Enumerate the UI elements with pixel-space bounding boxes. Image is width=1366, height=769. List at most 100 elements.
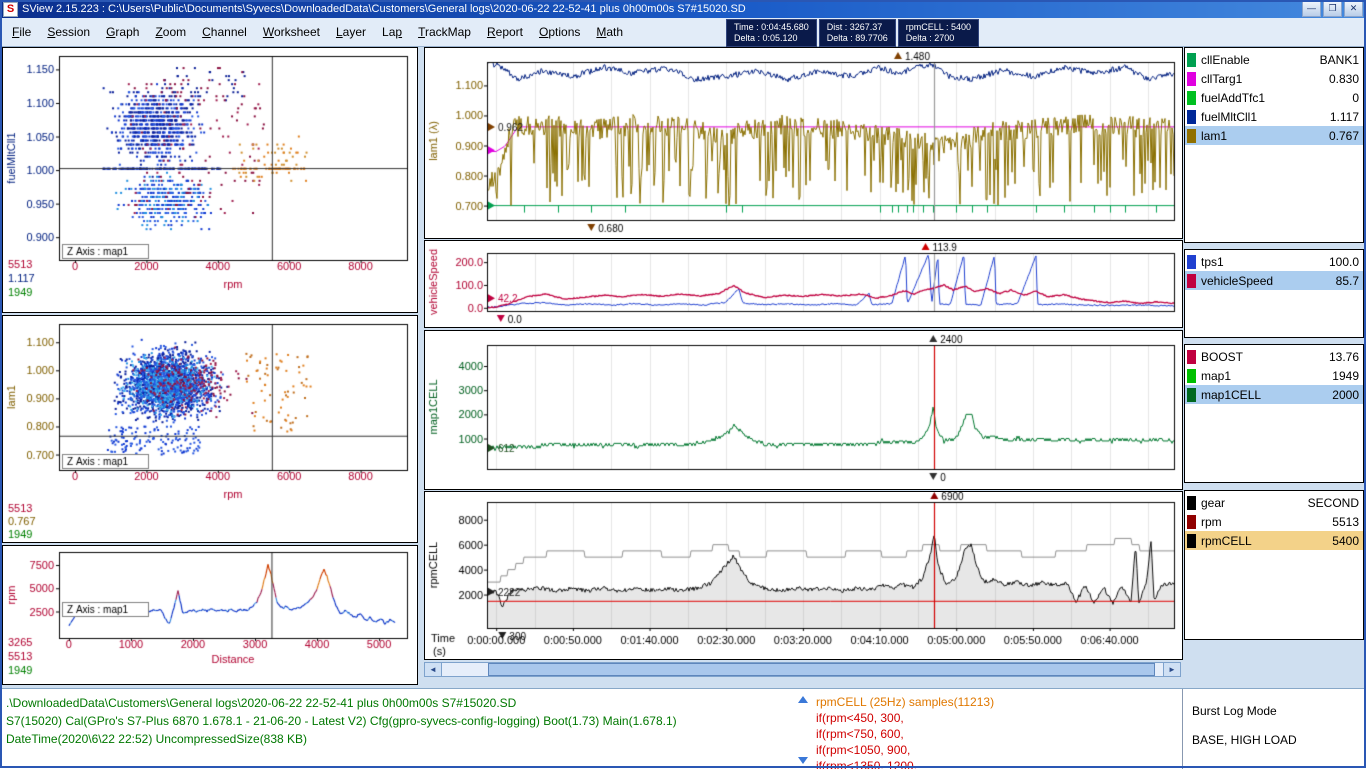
channel-name: map1 — [1201, 369, 1332, 383]
menu-item-session[interactable]: Session — [39, 20, 98, 44]
menu-item-worksheet[interactable]: Worksheet — [255, 20, 328, 44]
close-button[interactable]: ✕ — [1344, 1, 1363, 17]
scroll-down-icon[interactable] — [798, 757, 808, 764]
info-box-2: rpmCELL : 5400Delta : 2700 — [898, 19, 979, 47]
scroll-up-icon[interactable] — [798, 696, 808, 703]
channel-row-tps1[interactable]: tps1100.0 — [1185, 252, 1363, 271]
window-title: SView 2.15.223 : C:\Users\Public\Documen… — [22, 3, 746, 15]
vehiclespeed-strip-chart[interactable] — [425, 241, 1180, 325]
channel-row-cllTarg1[interactable]: cllTarg10.830 — [1185, 69, 1363, 88]
formula-line-2: if(rpm<750, 600, — [816, 726, 994, 742]
rpmcell-strip-chart[interactable] — [425, 492, 1180, 657]
channel-color-chip — [1187, 496, 1196, 510]
formula-line-4: if(rpm<1350, 1200, — [816, 758, 994, 769]
channel-row-rpmCELL[interactable]: rpmCELL5400 — [1185, 531, 1363, 550]
channel-row-vehicleSpeed[interactable]: vehicleSpeed85.7 — [1185, 271, 1363, 290]
menu-item-graph[interactable]: Graph — [98, 20, 147, 44]
scrollbar-thumb[interactable] — [488, 663, 1155, 676]
menu-item-file[interactable]: File — [4, 20, 39, 44]
info-box-0: Time : 0:04:45.680Delta : 0:05.120 — [726, 19, 817, 47]
channel-name: fuelMltCll1 — [1201, 110, 1330, 124]
lam1-vs-rpm-panel — [2, 315, 418, 543]
app-icon: S — [3, 2, 18, 17]
cursor-info-boxes: Time : 0:04:45.680Delta : 0:05.120Dist :… — [726, 19, 979, 47]
lam1-strip-chart[interactable] — [425, 48, 1180, 236]
log-mode-info: Burst Log ModeBASE, HIGH LOAD — [1192, 697, 1297, 755]
channel-row-gear[interactable]: gearSECOND — [1185, 493, 1363, 512]
channel-name: BOOST — [1201, 350, 1329, 364]
info-box-1: Dist : 3267.37Delta : 89.7706 — [819, 19, 896, 47]
channel-row-map1CELL[interactable]: map1CELL2000 — [1185, 385, 1363, 404]
scroll-left-button[interactable]: ◄ — [425, 663, 442, 676]
channel-row-map1[interactable]: map11949 — [1185, 366, 1363, 385]
log-file-info: .\DownloadedData\Customers\General logs\… — [6, 694, 677, 748]
rpm-channel-panel: gearSECONDrpm5513rpmCELL5400 — [1184, 490, 1364, 640]
channel-color-chip — [1187, 129, 1196, 143]
channel-value: 0.830 — [1329, 72, 1359, 86]
channel-color-chip — [1187, 72, 1196, 86]
channel-name: vehicleSpeed — [1201, 274, 1336, 288]
channel-name: lam1 — [1201, 129, 1329, 143]
lam1-strip-panel — [424, 47, 1183, 239]
lam1-vs-rpm-chart[interactable] — [3, 316, 415, 540]
channel-name: cllEnable — [1201, 53, 1320, 67]
channel-color-chip — [1187, 369, 1196, 383]
channel-name: rpmCELL — [1201, 534, 1332, 548]
channel-color-chip — [1187, 53, 1196, 67]
channel-value: 5513 — [1332, 515, 1359, 529]
menu-bar: FileSessionGraphZoomChannelWorksheetLaye… — [0, 18, 1366, 47]
title-bar[interactable]: S SView 2.15.223 : C:\Users\Public\Docum… — [0, 0, 1366, 18]
channel-value: 13.76 — [1329, 350, 1359, 364]
scroll-right-button[interactable]: ► — [1163, 663, 1180, 676]
channel-value: 1949 — [1332, 369, 1359, 383]
channel-value: 1.117 — [1330, 110, 1359, 124]
menu-item-channel[interactable]: Channel — [194, 20, 255, 44]
rpmcell-strip-panel — [424, 491, 1183, 660]
formula-line-0: rpmCELL (25Hz) samples(11213) — [816, 694, 994, 710]
fuelmlt-vs-rpm-panel — [2, 47, 418, 313]
menu-item-math[interactable]: Math — [588, 20, 631, 44]
menu-item-lap[interactable]: Lap — [374, 20, 410, 44]
menu-item-zoom[interactable]: Zoom — [147, 20, 194, 44]
log-info-bar: .\DownloadedData\Customers\General logs\… — [0, 688, 1366, 769]
vehiclespeed-strip-panel — [424, 240, 1183, 328]
time-scrollbar[interactable]: ◄ ► — [424, 662, 1181, 677]
channel-row-rpm[interactable]: rpm5513 — [1185, 512, 1363, 531]
rpm-vs-distance-chart[interactable] — [3, 546, 415, 682]
channel-value: 2000 — [1332, 388, 1359, 402]
menu-item-options[interactable]: Options — [531, 20, 588, 44]
fuelmlt-vs-rpm-chart[interactable] — [3, 48, 415, 310]
menu-item-layer[interactable]: Layer — [328, 20, 374, 44]
channel-value: 0 — [1352, 91, 1359, 105]
channel-color-chip — [1187, 388, 1196, 402]
log-mode-line-1: BASE, HIGH LOAD — [1192, 726, 1297, 755]
channel-value: 5400 — [1332, 534, 1359, 548]
channel-row-BOOST[interactable]: BOOST13.76 — [1185, 347, 1363, 366]
channel-row-fuelAddTfc1[interactable]: fuelAddTfc10 — [1185, 88, 1363, 107]
channel-row-cllEnable[interactable]: cllEnableBANK1 — [1185, 50, 1363, 69]
map1cell-strip-panel — [424, 330, 1183, 490]
channel-row-fuelMltCll1[interactable]: fuelMltCll11.117 — [1185, 107, 1363, 126]
channel-row-lam1[interactable]: lam10.767 — [1185, 126, 1363, 145]
speed-channel-panel: tps1100.0vehicleSpeed85.7 — [1184, 249, 1364, 338]
channel-name: map1CELL — [1201, 388, 1332, 402]
menu-item-trackmap[interactable]: TrackMap — [410, 20, 479, 44]
channel-formula-info: rpmCELL (25Hz) samples(11213)if(rpm<450,… — [816, 694, 994, 769]
channel-color-chip — [1187, 515, 1196, 529]
channel-value: SECOND — [1308, 496, 1359, 510]
channel-name: fuelAddTfc1 — [1201, 91, 1352, 105]
minimize-button[interactable]: — — [1302, 1, 1321, 17]
channel-color-chip — [1187, 274, 1196, 288]
channel-value: 0.767 — [1329, 129, 1359, 143]
rpm-vs-distance-panel — [2, 545, 418, 685]
log-info-line-0: .\DownloadedData\Customers\General logs\… — [6, 694, 677, 712]
channel-name: rpm — [1201, 515, 1332, 529]
maximize-button[interactable]: ❐ — [1323, 1, 1342, 17]
channel-color-chip — [1187, 350, 1196, 364]
map1cell-strip-chart[interactable] — [425, 331, 1180, 487]
channel-color-chip — [1187, 534, 1196, 548]
scrollbar-track[interactable] — [442, 663, 1163, 676]
channel-name: tps1 — [1201, 255, 1329, 269]
formula-line-1: if(rpm<450, 300, — [816, 710, 994, 726]
menu-item-report[interactable]: Report — [479, 20, 531, 44]
